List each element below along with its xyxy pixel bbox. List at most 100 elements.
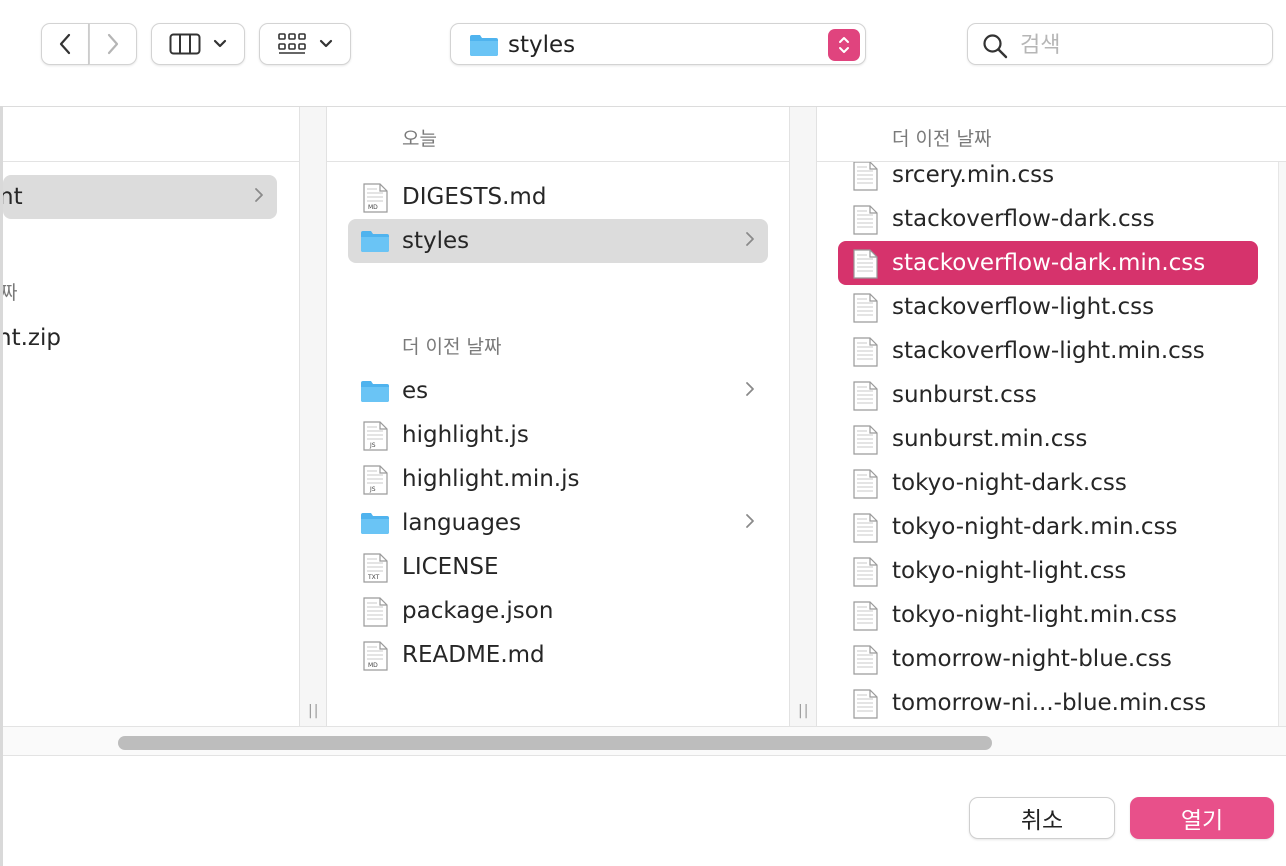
grip-icon: || <box>798 703 810 719</box>
file-row-label: sunburst.min.css <box>892 426 1088 452</box>
svg-text:MD: MD <box>368 204 378 211</box>
css-file-icon <box>853 425 878 455</box>
list-item-selected[interactable]: styles <box>348 219 768 263</box>
chevron-left-icon <box>59 33 71 55</box>
css-file-icon <box>853 601 878 631</box>
column-resize-handle[interactable]: || <box>299 107 327 726</box>
section-label: 짜 <box>3 282 18 304</box>
column-3-header: 더 이전 날짜 <box>817 107 1286 162</box>
file-row-label: tokyo-night-light.css <box>892 558 1127 584</box>
svg-text:MD: MD <box>368 662 378 669</box>
list-item-label: es <box>402 378 429 404</box>
file-row[interactable]: sunburst.css <box>838 373 1258 417</box>
svg-text:TXT: TXT <box>367 574 380 581</box>
file-row[interactable]: tokyo-night-dark.min.css <box>838 505 1258 549</box>
file-row[interactable]: tokyo-night-dark.css <box>838 461 1258 505</box>
list-item-label: DIGESTS.md <box>402 184 547 210</box>
list-item[interactable]: JS highlight.js <box>348 413 768 457</box>
path-popup-button[interactable]: styles <box>450 23 866 65</box>
chevron-right-icon <box>255 188 263 202</box>
file-row-label: tokyo-night-dark.css <box>892 470 1127 496</box>
section-label-older: 더 이전 날짜 <box>892 128 992 150</box>
path-popup-label: styles <box>508 32 576 58</box>
svg-text:JS: JS <box>369 442 376 449</box>
css-file-icon <box>853 205 878 235</box>
list-item[interactable]: languages <box>348 501 768 545</box>
file-row[interactable]: tomorrow-ni...-blue.min.css <box>838 681 1258 725</box>
grip-icon: || <box>308 703 320 719</box>
file-row-selected[interactable]: stackoverflow-dark.min.css <box>838 241 1258 285</box>
file-row-label: tokyo-night-dark.min.css <box>892 514 1178 540</box>
list-item-label: highlight.min.js <box>402 466 580 492</box>
folder-icon <box>361 513 389 534</box>
scrollbar-thumb[interactable] <box>118 736 992 750</box>
list-item[interactable]: MD README.md <box>348 633 768 677</box>
file-row-label: stackoverflow-dark.min.css <box>892 250 1206 276</box>
back-button[interactable] <box>41 23 89 65</box>
file-row-label: srcery.min.css <box>892 162 1055 188</box>
folder-icon <box>361 381 389 402</box>
column-2: 오늘 MD DIGESTS.md styles 더 이전 날짜 es JS hi… <box>327 107 789 726</box>
file-row-label: stackoverflow-light.css <box>892 294 1155 320</box>
list-item-label: README.md <box>402 642 545 668</box>
file-row[interactable]: stackoverflow-dark.css <box>838 197 1258 241</box>
open-button[interactable]: 열기 <box>1130 797 1274 839</box>
file-row-label: stackoverflow-light.min.css <box>892 338 1205 364</box>
list-item[interactable]: TXT LICENSE <box>348 545 768 589</box>
css-file-icon <box>853 645 878 675</box>
file-row-label: tomorrow-ni...-blue.min.css <box>892 690 1207 716</box>
css-file-icon <box>853 249 878 279</box>
chevron-right-icon <box>746 514 754 528</box>
chevron-right-icon <box>107 33 119 55</box>
chevron-right-icon <box>746 232 754 246</box>
forward-button[interactable] <box>89 23 137 65</box>
css-file-icon <box>853 161 878 191</box>
file-row[interactable]: tomorrow-night-blue.css <box>838 637 1258 681</box>
toolbar: styles <box>0 0 1286 106</box>
chevron-right-icon <box>746 382 754 396</box>
file-row[interactable]: tokyo-night-light.css <box>838 549 1258 593</box>
column-1: nt 짜 nt.zip <box>3 107 299 726</box>
search-input[interactable] <box>1020 30 1260 60</box>
file-row[interactable]: sunburst.min.css <box>838 417 1258 461</box>
column-resize-handle[interactable]: || <box>789 107 817 726</box>
group-button[interactable] <box>259 23 351 65</box>
chevron-down-icon <box>319 39 333 48</box>
list-item[interactable]: package.json <box>348 589 768 633</box>
css-file-icon <box>853 469 878 499</box>
horizontal-scrollbar[interactable] <box>3 726 1286 756</box>
css-file-icon <box>853 293 878 323</box>
list-item[interactable]: MD DIGESTS.md <box>348 175 768 219</box>
list-item-label: LICENSE <box>402 554 499 580</box>
md-file-icon: MD <box>363 183 388 213</box>
vertical-scrollbar[interactable] <box>1278 162 1286 726</box>
search-field[interactable] <box>967 23 1273 65</box>
popup-stepper[interactable] <box>828 29 860 61</box>
file-row-label: tomorrow-night-blue.css <box>892 646 1172 672</box>
list-item[interactable]: es <box>348 369 768 413</box>
js-file-icon: JS <box>363 421 388 451</box>
list-item[interactable]: JS highlight.min.js <box>348 457 768 501</box>
column-3: srcery.min.css stackoverflow-dark.css stac… <box>817 107 1286 726</box>
file-row[interactable]: stackoverflow-light.min.css <box>838 329 1258 373</box>
folder-icon <box>470 35 498 56</box>
cancel-button[interactable]: 취소 <box>969 797 1115 839</box>
list-item[interactable]: nt.zip <box>3 316 277 360</box>
css-file-icon <box>853 513 878 543</box>
folder-icon <box>361 231 389 252</box>
list-item-label: nt.zip <box>3 325 61 351</box>
list-item-label: package.json <box>402 598 554 624</box>
file-row-label: stackoverflow-dark.css <box>892 206 1155 232</box>
view-mode-button[interactable] <box>151 23 245 65</box>
list-item[interactable]: nt <box>3 175 277 219</box>
column-2-header: 오늘 <box>327 107 789 162</box>
section-label-today: 오늘 <box>402 128 437 150</box>
search-icon <box>983 34 1008 59</box>
svg-text:JS: JS <box>369 486 376 493</box>
css-file-icon <box>853 689 878 719</box>
txt-file-icon: TXT <box>363 553 388 583</box>
file-row[interactable]: tokyo-night-light.min.css <box>838 593 1258 637</box>
css-file-icon <box>853 381 878 411</box>
file-row[interactable]: stackoverflow-light.css <box>838 285 1258 329</box>
md-file-icon: MD <box>363 641 388 671</box>
